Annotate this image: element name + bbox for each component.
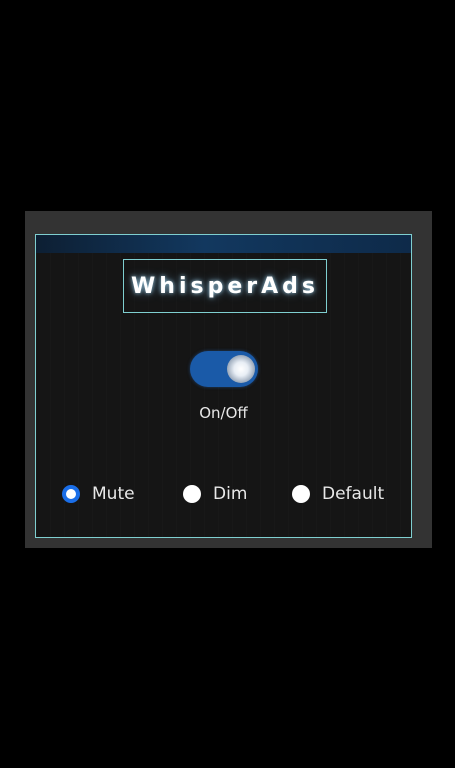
brand-box: WhisperAds (123, 259, 327, 313)
toggle-knob (227, 355, 255, 383)
radio-label-default: Default (322, 484, 385, 504)
radio-button-dim[interactable] (183, 485, 201, 503)
header-strip (36, 235, 411, 253)
radio-label-mute: Mute (92, 484, 135, 504)
radio-button-default[interactable] (292, 485, 310, 503)
radio-option-mute[interactable]: Mute (62, 481, 135, 507)
on-off-toggle[interactable] (190, 351, 258, 387)
brand-title: WhisperAds (131, 273, 319, 299)
extension-popup: WhisperAds On/Off Mute Dim Default (25, 211, 432, 548)
radio-button-mute[interactable] (62, 485, 80, 503)
radio-option-dim[interactable]: Dim (183, 481, 247, 507)
mode-radio-group: Mute Dim Default (36, 481, 411, 507)
popup-panel: WhisperAds On/Off Mute Dim Default (35, 234, 412, 538)
toggle-label: On/Off (199, 404, 248, 422)
radio-option-default[interactable]: Default (292, 481, 384, 507)
radio-label-dim: Dim (213, 484, 248, 504)
